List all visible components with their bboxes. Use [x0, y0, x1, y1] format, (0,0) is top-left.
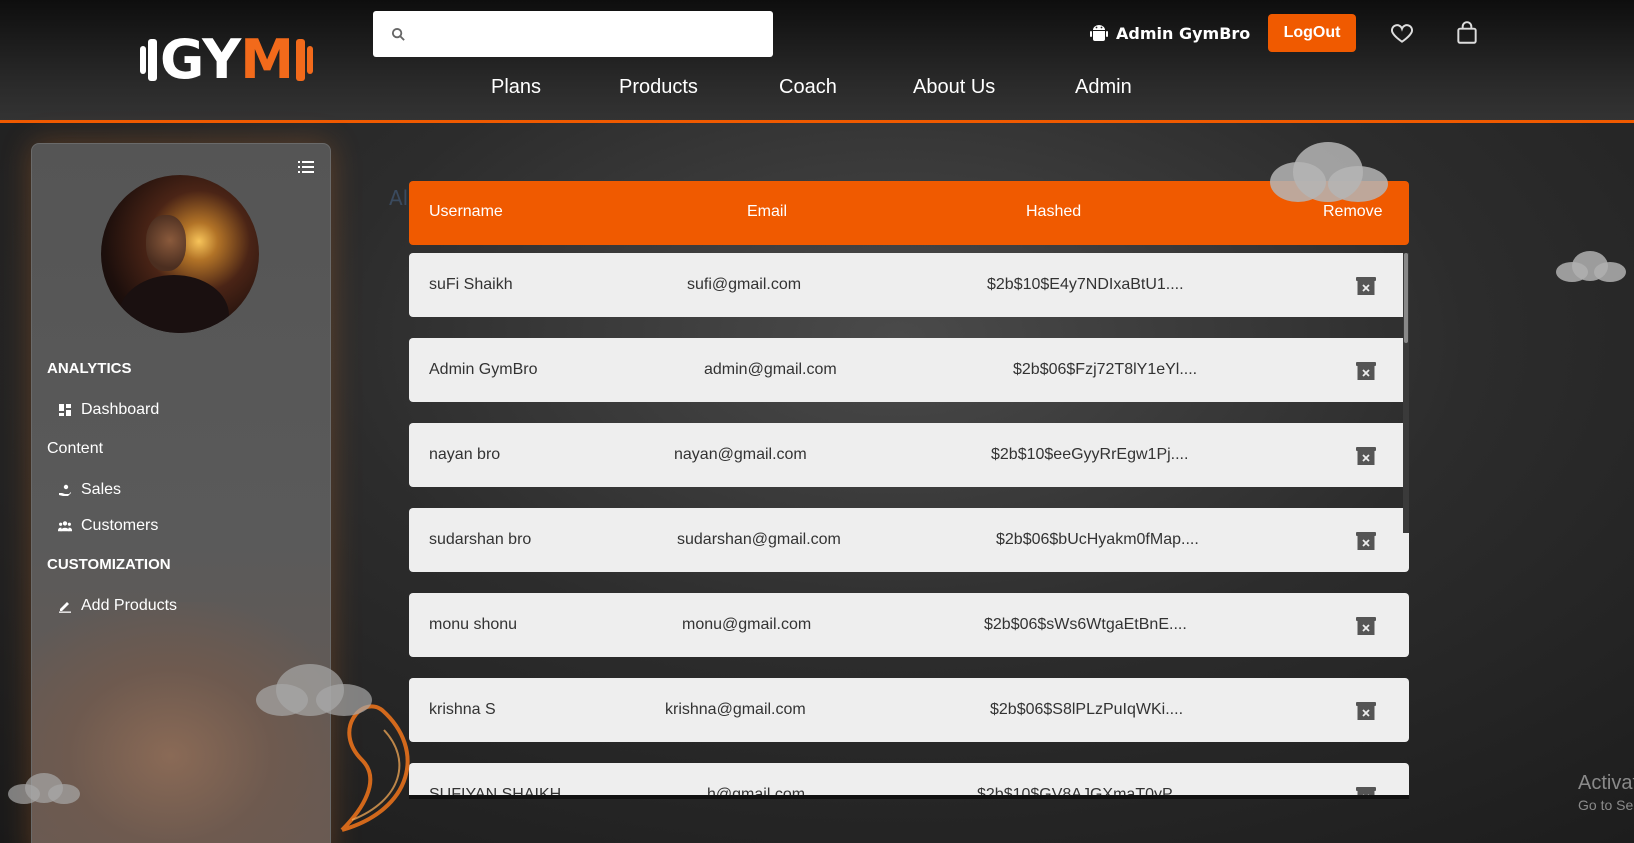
sidebar-item-label: Customers: [81, 517, 159, 534]
section-content: Content: [47, 440, 104, 457]
sales-hand-icon: [59, 484, 71, 496]
col-username: Username: [429, 203, 503, 220]
cell-email: krishna@gmail.com: [665, 701, 806, 718]
sidebar-item-label: Sales: [81, 481, 122, 498]
delete-trash-icon[interactable]: [1355, 700, 1377, 722]
sidebar-item-sales[interactable]: Sales: [58, 481, 121, 499]
customers-icon: [58, 521, 72, 532]
gym-logo[interactable]: GYM: [140, 28, 345, 91]
cell-hashed: $2b$10$eeGyyRrEgw1Pj....: [991, 446, 1189, 463]
list-menu-icon[interactable]: [298, 160, 314, 174]
dumbbell-right-plate-large: [296, 39, 305, 81]
col-hashed: Hashed: [1026, 203, 1082, 220]
cell-hashed: $2b$06$sWs6WtgaEtBnE....: [984, 616, 1187, 633]
sidebar-item-label: Add Products: [81, 597, 178, 614]
cell-email: monu@gmail.com: [682, 616, 812, 633]
table-row: sudarshan bro sudarshan@gmail.com $2b$06…: [409, 508, 1409, 572]
cell-email: sufi@gmail.com: [687, 276, 802, 293]
shopping-bag-icon[interactable]: [1454, 20, 1480, 46]
cloud-decoration: [256, 664, 372, 716]
top-header: GYM Admin GymBro LogOut Plans Products C…: [0, 0, 1634, 123]
table-row: suFi Shaikh sufi@gmail.com $2b$10$E4y7ND…: [409, 253, 1409, 317]
cell-email: sudarshan@gmail.com: [677, 531, 841, 548]
section-analytics: ANALYTICS: [47, 360, 132, 377]
cell-email: admin@gmail.com: [704, 361, 837, 378]
sidebar-item-dashboard[interactable]: Dashboard: [58, 401, 159, 419]
page-title-partial: Al: [389, 186, 409, 210]
cell-username: krishna S: [429, 701, 496, 718]
edit-pencil-icon: [59, 602, 71, 613]
col-remove: Remove: [1323, 203, 1383, 220]
cell-username: suFi Shaikh: [429, 276, 513, 293]
delete-trash-icon[interactable]: [1355, 530, 1377, 552]
search-input[interactable]: [416, 25, 756, 43]
windows-activation-watermark: Activat Go to Se: [1578, 772, 1634, 813]
dumbbell-left-plate-large: [148, 39, 157, 81]
cell-hashed: $2b$06$bUcHyakm0fMap....: [996, 531, 1199, 548]
cell-username: monu shonu: [429, 616, 518, 633]
table-row: monu shonu monu@gmail.com $2b$06$sWs6Wtg…: [409, 593, 1409, 657]
sidebar-item-label: Dashboard: [81, 401, 160, 418]
users-table-body: suFi Shaikh sufi@gmail.com $2b$10$E4y7ND…: [409, 253, 1409, 796]
cell-email: nayan@gmail.com: [674, 446, 807, 463]
search-icon: [391, 27, 405, 41]
delete-trash-icon[interactable]: [1355, 360, 1377, 382]
sidebar-background-art: [32, 602, 330, 843]
android-icon: [1090, 25, 1108, 41]
delete-trash-icon[interactable]: [1355, 615, 1377, 637]
watermark-line-1: Activat: [1578, 772, 1634, 794]
nav-coach[interactable]: Coach: [779, 76, 837, 99]
logout-button[interactable]: LogOut: [1268, 14, 1356, 52]
table-row: nayan bro nayan@gmail.com $2b$10$eeGyyRr…: [409, 423, 1409, 487]
watermark-line-2: Go to Se: [1578, 797, 1634, 813]
col-email: Email: [747, 203, 788, 220]
table-row: SUFIYAN SHAIKH h@gmail.com $2b$10$GV8AJG…: [409, 763, 1409, 796]
delete-trash-icon[interactable]: [1355, 445, 1377, 467]
user-name: Admin GymBro: [1116, 23, 1251, 43]
cloud-decoration: [8, 773, 80, 804]
admin-sidebar: ANALYTICS Dashboard Content Sales Custom…: [31, 143, 331, 843]
cloud-decoration: [1270, 142, 1388, 202]
cell-username: sudarshan bro: [429, 531, 532, 548]
cell-username: nayan bro: [429, 446, 501, 463]
dumbbell-left-plate: [140, 46, 146, 74]
sidebar-item-add-products[interactable]: Add Products: [58, 597, 177, 615]
avatar: [101, 175, 259, 333]
search-bar[interactable]: [373, 11, 773, 57]
cloud-decoration: [1556, 251, 1626, 282]
section-customization: CUSTOMIZATION: [47, 556, 171, 573]
dumbbell-right-plate: [307, 46, 313, 74]
dashboard-icon: [59, 404, 71, 416]
delete-trash-icon[interactable]: [1355, 275, 1377, 297]
logo-text: GYM: [160, 28, 294, 91]
table-row: Admin GymBro admin@gmail.com $2b$06$Fzj7…: [409, 338, 1409, 402]
nav-products[interactable]: Products: [619, 76, 698, 99]
users-table-header: Username Email Hashed Remove: [409, 181, 1409, 245]
user-account[interactable]: Admin GymBro: [1090, 20, 1250, 46]
cell-hashed: $2b$06$Fzj72T8lY1eYl....: [1013, 361, 1198, 378]
sidebar-item-customers[interactable]: Customers: [58, 517, 158, 535]
table-row: krishna S krishna@gmail.com $2b$06$S8lPL…: [409, 678, 1409, 742]
cell-hashed: $2b$10$E4y7NDIxaBtU1....: [987, 276, 1184, 293]
table-scrollbar-thumb[interactable]: [1404, 253, 1408, 343]
cell-username: Admin GymBro: [429, 361, 538, 378]
nav-plans[interactable]: Plans: [491, 76, 541, 99]
nav-about-us[interactable]: About Us: [913, 76, 995, 99]
heart-icon[interactable]: [1389, 20, 1415, 46]
cell-hashed: $2b$06$S8lPLzPuIqWKi....: [990, 701, 1184, 718]
table-bottom-edge: [409, 795, 1409, 799]
nav-admin[interactable]: Admin: [1075, 76, 1132, 99]
